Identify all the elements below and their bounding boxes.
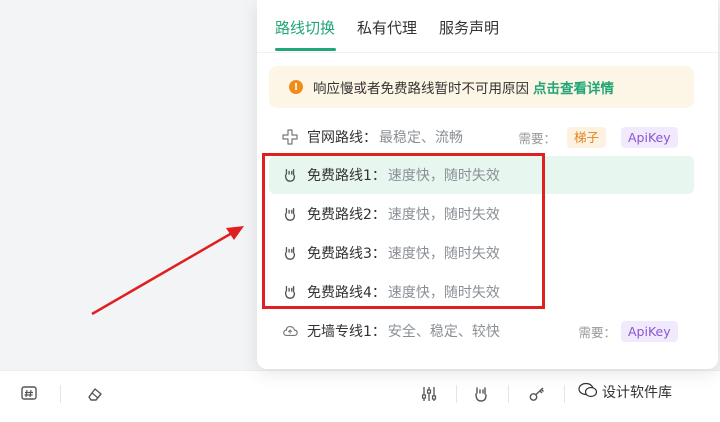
route-nowall-1[interactable]: 无墙专线1： 安全、稳定、较快 需要： ApiKey (269, 312, 694, 350)
toolbar-divider (564, 385, 565, 403)
requirement-label: 需要： (518, 130, 556, 146)
notice-text: 响应慢或者免费路线暂时不可用原因 (313, 81, 529, 97)
warning-icon: ! (289, 80, 303, 94)
tag-ladder: 梯子 (567, 126, 607, 148)
route-desc: 安全、稳定、较快 (387, 324, 500, 340)
route-free-4[interactable]: 免费路线4： 速度快，随时失效 (269, 273, 694, 311)
watermark-account-name: 设计软件库 (602, 385, 672, 401)
rock-hand-icon[interactable] (470, 383, 492, 405)
route-name: 免费路线2： (307, 207, 386, 223)
route-desc: 速度快，随时失效 (387, 285, 500, 301)
toolbar-divider (60, 385, 61, 403)
route-name: 官网路线： (307, 130, 377, 146)
rock-hand-icon (281, 244, 299, 262)
route-switch-panel: 路线切换 私有代理 服务声明 ! 响应慢或者免费路线暂时不可用原因 点击查看详情… (257, 0, 718, 369)
wechat-icon (578, 382, 598, 402)
rock-hand-icon (281, 283, 299, 301)
hash-icon[interactable] (18, 383, 40, 405)
toolbar-divider (508, 385, 509, 403)
tab-private-proxy[interactable]: 私有代理 (357, 17, 417, 38)
tag-apikey: ApiKey (621, 126, 678, 148)
cloud-icon (281, 322, 299, 340)
eraser-icon[interactable] (84, 383, 106, 405)
route-official[interactable]: 官网路线： 最稳定、流畅 需要： 梯子 ApiKey (269, 118, 694, 156)
toolbar-divider (456, 385, 457, 403)
route-desc: 速度快，随时失效 (387, 207, 500, 223)
notice-details-link[interactable]: 点击查看详情 (533, 77, 614, 97)
tab-bar: 路线切换 私有代理 服务声明 (257, 0, 718, 53)
notice-banner: ! 响应慢或者免费路线暂时不可用原因 点击查看详情 (269, 66, 694, 108)
route-desc: 速度快，随时失效 (387, 246, 500, 262)
sliders-icon[interactable] (418, 383, 440, 405)
key-icon[interactable] (526, 383, 548, 405)
route-free-3[interactable]: 免费路线3： 速度快，随时失效 (269, 234, 694, 272)
rock-hand-icon (281, 205, 299, 223)
tag-apikey: ApiKey (621, 320, 678, 342)
route-name: 免费路线1： (307, 168, 386, 184)
route-name: 免费路线4： (307, 285, 386, 301)
route-name: 无墙专线1： (307, 324, 386, 340)
route-name: 免费路线3： (307, 246, 386, 262)
tab-route-switch[interactable]: 路线切换 (275, 17, 335, 38)
active-tab-indicator (275, 48, 336, 51)
official-route-icon (281, 128, 299, 146)
route-free-1[interactable]: 免费路线1： 速度快，随时失效 (269, 156, 694, 194)
watermark-account: 设计软件库 (578, 382, 672, 402)
tab-service-statement[interactable]: 服务声明 (439, 17, 499, 38)
route-desc: 速度快，随时失效 (387, 168, 500, 184)
route-free-2[interactable]: 免费路线2： 速度快，随时失效 (269, 195, 694, 233)
bottom-toolbar: 设计软件库 (0, 370, 720, 422)
requirement-label: 需要： (578, 324, 616, 340)
route-desc: 最稳定、流畅 (379, 130, 463, 146)
rock-hand-icon (281, 166, 299, 184)
